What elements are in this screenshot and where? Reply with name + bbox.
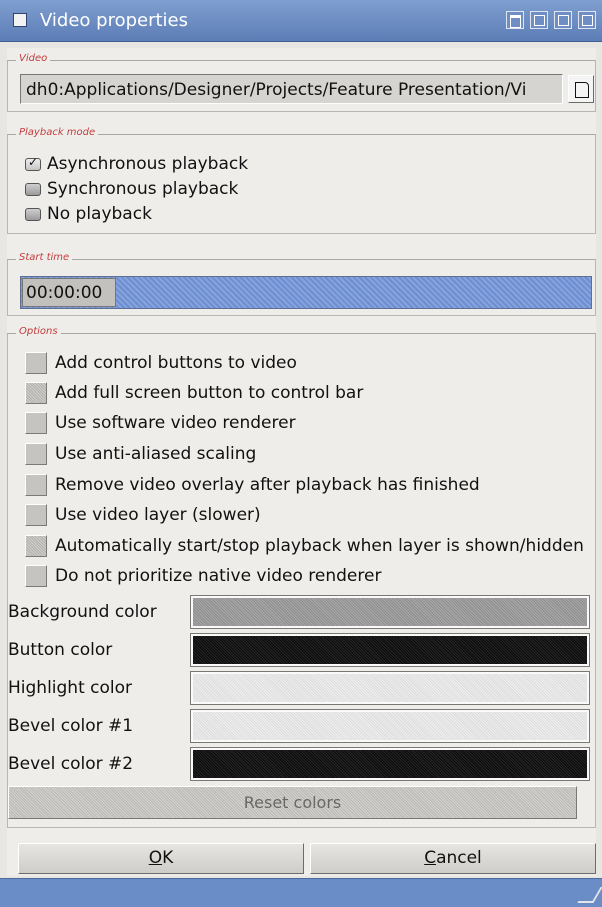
checkbox-label: Automatically start/stop playback when l… xyxy=(55,536,584,556)
radio-label: Asynchronous playback xyxy=(47,154,249,174)
checkbox-indicator xyxy=(25,352,47,374)
start-time-value[interactable]: 00:00:00 xyxy=(22,278,116,307)
checkbox-auto-start-stop[interactable]: Automatically start/stop playback when l… xyxy=(25,533,584,559)
color-label: Bevel color #2 xyxy=(8,754,134,774)
resize-grip-icon[interactable] xyxy=(577,887,602,903)
button-color-swatch[interactable] xyxy=(190,633,590,667)
checkbox-label: Remove video overlay after playback has … xyxy=(55,475,480,495)
radio-no-playback[interactable]: No playback xyxy=(25,202,152,226)
bevel-color-1-row: Bevel color #1 xyxy=(8,709,590,744)
color-label: Background color xyxy=(8,602,157,622)
options-group: Options Add control buttons to video Add… xyxy=(7,326,596,828)
checkbox-label: Use software video renderer xyxy=(55,413,296,433)
checkbox-software-renderer[interactable]: Use software video renderer xyxy=(25,410,296,436)
window-gadgets xyxy=(506,11,596,29)
start-time-legend: Start time xyxy=(16,252,73,263)
ok-button[interactable]: OK xyxy=(18,843,304,874)
ok-label-rest: K xyxy=(162,848,174,868)
color-label: Bevel color #1 xyxy=(8,716,134,736)
status-bar xyxy=(0,878,602,907)
background-color-swatch[interactable] xyxy=(190,595,590,629)
ok-mnemonic: O xyxy=(148,848,163,868)
bevel-color-2-swatch[interactable] xyxy=(190,747,590,781)
bevel-color-2-row: Bevel color #2 xyxy=(8,747,590,782)
checkbox-label: Use video layer (slower) xyxy=(55,505,261,525)
cancel-label-rest: ancel xyxy=(436,848,482,868)
background-color-row: Background color xyxy=(8,595,590,630)
start-time-group: Start time 00:00:00 xyxy=(7,252,596,316)
checkbox-label: Use anti-aliased scaling xyxy=(55,444,257,464)
highlight-color-row: Highlight color xyxy=(8,671,590,706)
checkbox-add-full-screen-button[interactable]: Add full screen button to control bar xyxy=(25,380,363,406)
start-time-slider[interactable]: 00:00:00 xyxy=(20,276,592,309)
playback-mode-legend: Playback mode xyxy=(16,127,99,138)
cancel-mnemonic: C xyxy=(424,848,437,868)
checkbox-video-layer[interactable]: Use video layer (slower) xyxy=(25,502,261,528)
radio-synchronous[interactable]: Synchronous playback xyxy=(25,177,238,201)
video-group: Video dh0:Applications/Designer/Projects… xyxy=(7,53,596,112)
button-color-row: Button color xyxy=(8,633,590,668)
minimize-gadget[interactable] xyxy=(554,11,572,29)
color-label: Button color xyxy=(8,640,113,660)
checkbox-label: Do not prioritize native video renderer xyxy=(55,566,382,586)
radio-indicator xyxy=(25,207,41,221)
zoom-gadget[interactable] xyxy=(530,11,548,29)
checkbox-indicator xyxy=(25,474,47,496)
title-bar: Video properties xyxy=(0,0,602,42)
radio-indicator xyxy=(25,155,41,171)
checkbox-label: Add control buttons to video xyxy=(55,353,297,373)
video-legend: Video xyxy=(16,53,51,64)
radio-label: No playback xyxy=(47,204,152,224)
window-title: Video properties xyxy=(40,10,189,31)
checkbox-indicator xyxy=(25,535,47,557)
checkbox-indicator xyxy=(25,504,47,526)
checkbox-indicator xyxy=(25,382,47,404)
options-legend: Options xyxy=(16,326,61,337)
iconify-gadget[interactable] xyxy=(506,11,524,29)
checkbox-anti-aliased-scaling[interactable]: Use anti-aliased scaling xyxy=(25,441,256,467)
checkbox-label: Add full screen button to control bar xyxy=(55,383,364,403)
window-body: Video dh0:Applications/Designer/Projects… xyxy=(7,48,596,876)
radio-label: Synchronous playback xyxy=(47,179,239,199)
close-gadget[interactable] xyxy=(13,13,27,27)
radio-asynchronous[interactable]: Asynchronous playback xyxy=(25,152,248,176)
checkbox-native-renderer[interactable]: Do not prioritize native video renderer xyxy=(25,563,381,589)
checkbox-indicator xyxy=(25,565,47,587)
checkbox-indicator xyxy=(25,443,47,465)
radio-indicator xyxy=(25,182,41,196)
highlight-color-swatch[interactable] xyxy=(190,671,590,705)
checkbox-remove-overlay[interactable]: Remove video overlay after playback has … xyxy=(25,472,480,498)
reset-colors-button[interactable]: Reset colors xyxy=(8,786,577,819)
file-requester-button[interactable] xyxy=(568,75,594,103)
color-label: Highlight color xyxy=(8,678,133,698)
bevel-color-1-swatch[interactable] xyxy=(190,709,590,743)
depth-gadget[interactable] xyxy=(578,11,596,29)
playback-mode-group: Playback mode Asynchronous playback Sync… xyxy=(7,127,596,234)
video-path-field[interactable]: dh0:Applications/Designer/Projects/Featu… xyxy=(20,74,563,104)
cancel-button[interactable]: Cancel xyxy=(310,843,596,874)
checkbox-indicator xyxy=(25,412,47,434)
checkbox-add-control-buttons[interactable]: Add control buttons to video xyxy=(25,350,297,376)
